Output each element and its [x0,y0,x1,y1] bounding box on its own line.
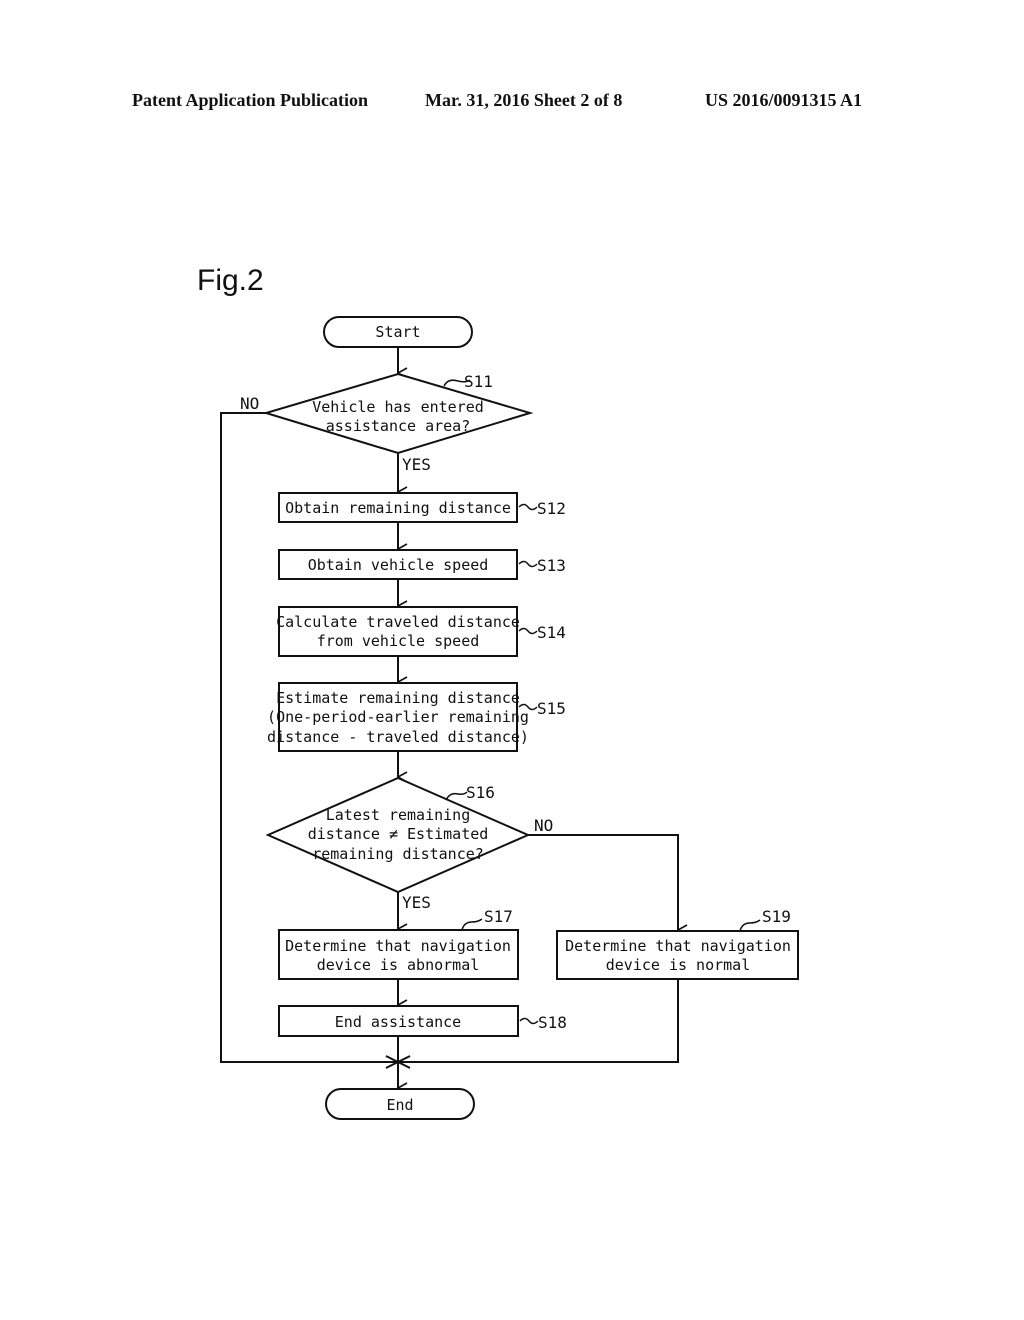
leader-s19 [739,919,761,932]
process-s13: Obtain vehicle speed S13 [278,549,566,580]
arrow-s16-s19 [528,834,678,930]
process-s13-line-1: Obtain vehicle speed [308,556,489,574]
s11-yes-label: YES [402,455,431,474]
leader-s12 [518,503,538,511]
process-s14-line-1: Calculate traveled distance [276,613,520,631]
s16-yes-label: YES [402,893,431,912]
step-id-s19: S19 [762,907,791,926]
flowchart: Start Vehicle has entered assistance are… [220,316,799,1120]
process-s15-line-1: Estimate remaining distance [276,689,520,707]
process-s12: Obtain remaining distance S12 [278,492,566,523]
decision-s16-line-3: remaining distance? [312,845,484,863]
process-s19-line-2: device is normal [606,956,751,974]
process-s14: Calculate traveled distance from vehicle… [276,606,566,657]
end-terminal: End [325,1088,475,1120]
step-id-s11: S11 [464,372,493,391]
process-s17-line-2: device is abnormal [317,956,480,974]
leader-s13 [518,560,538,568]
leader-s17 [461,918,483,931]
step-id-s13: S13 [537,556,566,575]
process-s17-line-1: Determine that navigation [285,937,511,955]
decision-s11-line-1: Vehicle has entered [312,398,484,416]
decision-s11-line-2: assistance area? [326,417,471,435]
process-s15-line-3: distance - traveled distance) [267,728,529,746]
step-id-s14: S14 [537,623,566,642]
s11-no-label: NO [240,394,259,413]
step-id-s18: S18 [538,1013,567,1032]
process-s15: Estimate remaining distance (One-period-… [267,682,566,752]
leader-s18 [519,1017,539,1025]
step-id-s17: S17 [484,907,513,926]
process-s12-line-1: Obtain remaining distance [285,499,511,517]
process-s14-line-2: from vehicle speed [317,632,480,650]
decision-s16: Latest remaining distance ≠ Estimated re… [265,776,553,912]
step-id-s16: S16 [466,783,495,802]
start-terminal: Start [323,316,473,348]
step-id-s12: S12 [537,499,566,518]
decision-s16-line-2: distance ≠ Estimated [308,825,489,843]
decision-s16-line-1: Latest remaining [326,806,471,824]
s16-no-label: NO [534,816,553,835]
process-s18-line-1: End assistance [335,1013,461,1031]
process-s19-line-1: Determine that navigation [565,937,791,955]
end-label: End [386,1096,413,1114]
process-s18: End assistance S18 [278,1005,567,1037]
start-label: Start [375,323,420,341]
step-id-s15: S15 [537,699,566,718]
leader-s14 [518,627,538,635]
process-s15-line-2: (One-period-earlier remaining [267,708,529,726]
decision-s11: Vehicle has entered assistance area? S11… [240,372,534,474]
leader-s16 [445,791,468,801]
